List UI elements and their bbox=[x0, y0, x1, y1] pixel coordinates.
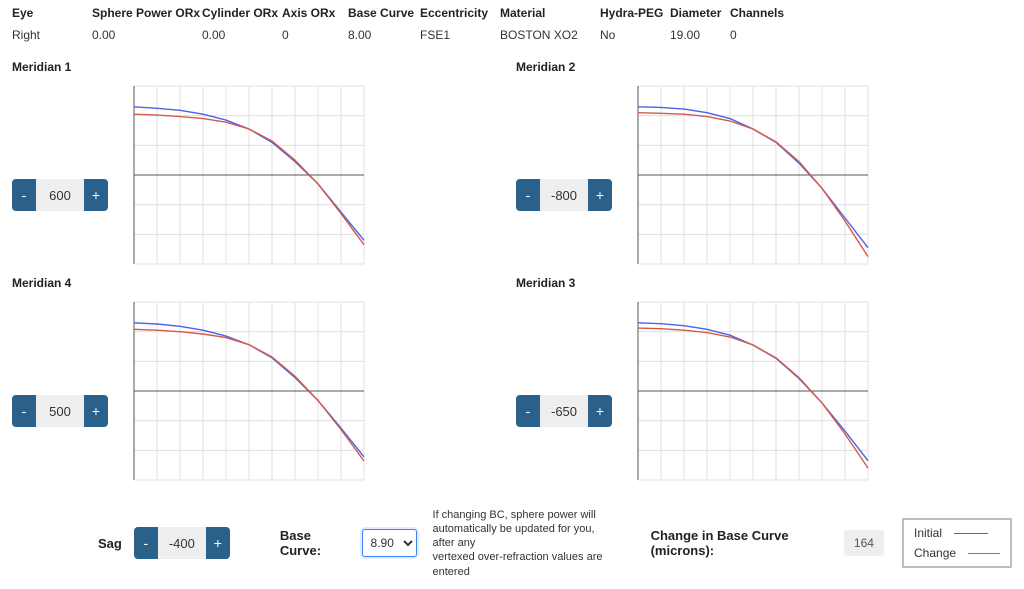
meridian-1-stepper: - 600 + bbox=[12, 179, 108, 211]
base-curve-note: If changing BC, sphere power will automa… bbox=[433, 508, 615, 579]
meridian-1-increment-button[interactable]: + bbox=[84, 179, 108, 211]
hdr-diameter: Diameter bbox=[670, 6, 722, 28]
param-table: Eye Right Sphere Power ORx 0.00 Cylinder… bbox=[12, 6, 1012, 42]
val-material: BOSTON XO2 bbox=[500, 28, 592, 42]
legend-initial-line-icon bbox=[954, 533, 988, 534]
bc-change-label: Change in Base Curve (microns): bbox=[651, 528, 830, 558]
sag-label: Sag bbox=[98, 536, 122, 551]
meridian-4: Meridian 4 - 500 + bbox=[12, 276, 508, 486]
val-sphere: 0.00 bbox=[92, 28, 194, 42]
legend: Initial Change bbox=[902, 518, 1012, 568]
hdr-cylinder: Cylinder ORx bbox=[202, 6, 274, 28]
hdr-eccentricity: Eccentricity bbox=[420, 6, 492, 28]
hdr-basecurve: Base Curve bbox=[348, 6, 412, 28]
meridian-1-chart bbox=[128, 80, 368, 270]
meridian-2-title: Meridian 2 bbox=[516, 60, 1012, 74]
meridian-2-increment-button[interactable]: + bbox=[588, 179, 612, 211]
val-hydra: No bbox=[600, 28, 662, 42]
legend-change-line-icon bbox=[968, 553, 1000, 554]
hdr-sphere: Sphere Power ORx bbox=[92, 6, 194, 28]
val-channels: 0 bbox=[730, 28, 782, 42]
val-eccentricity: FSE1 bbox=[420, 28, 492, 42]
val-cylinder: 0.00 bbox=[202, 28, 274, 42]
sag-value[interactable]: -400 bbox=[158, 527, 206, 559]
meridian-3-decrement-button[interactable]: - bbox=[516, 395, 540, 427]
val-basecurve: 8.00 bbox=[348, 28, 412, 42]
hdr-hydra: Hydra-PEG bbox=[600, 6, 662, 28]
meridian-4-chart bbox=[128, 296, 368, 486]
meridian-3-increment-button[interactable]: + bbox=[588, 395, 612, 427]
meridian-2: Meridian 2 - -800 + bbox=[516, 60, 1012, 270]
legend-change-label: Change bbox=[914, 546, 956, 560]
meridian-4-title: Meridian 4 bbox=[12, 276, 508, 290]
meridian-3-chart bbox=[632, 296, 872, 486]
val-eye: Right bbox=[12, 28, 84, 42]
meridian-1-value[interactable]: 600 bbox=[36, 179, 84, 211]
meridian-4-increment-button[interactable]: + bbox=[84, 395, 108, 427]
meridian-1: Meridian 1 - 600 + bbox=[12, 60, 508, 270]
meridian-3-stepper: - -650 + bbox=[516, 395, 612, 427]
bc-change-value: 164 bbox=[844, 530, 884, 556]
meridian-3-value[interactable]: -650 bbox=[540, 395, 588, 427]
meridian-4-stepper: - 500 + bbox=[12, 395, 108, 427]
meridian-3-title: Meridian 3 bbox=[516, 276, 1012, 290]
meridian-2-decrement-button[interactable]: - bbox=[516, 179, 540, 211]
meridian-4-value[interactable]: 500 bbox=[36, 395, 84, 427]
hdr-channels: Channels bbox=[730, 6, 782, 28]
val-axis: 0 bbox=[282, 28, 340, 42]
base-curve-label: Base Curve: bbox=[280, 528, 346, 558]
base-curve-select[interactable]: 8.90 bbox=[362, 529, 417, 557]
hdr-material: Material bbox=[500, 6, 592, 28]
meridian-1-title: Meridian 1 bbox=[12, 60, 508, 74]
bottom-bar: Sag - -400 + Base Curve: 8.90 If changin… bbox=[0, 508, 1024, 579]
meridian-1-decrement-button[interactable]: - bbox=[12, 179, 36, 211]
meridian-2-chart bbox=[632, 80, 872, 270]
meridian-3: Meridian 3 - -650 + bbox=[516, 276, 1012, 486]
sag-increment-button[interactable]: + bbox=[206, 527, 230, 559]
meridian-2-value[interactable]: -800 bbox=[540, 179, 588, 211]
meridian-2-stepper: - -800 + bbox=[516, 179, 612, 211]
val-diameter: 19.00 bbox=[670, 28, 722, 42]
hdr-axis: Axis ORx bbox=[282, 6, 340, 28]
hdr-eye: Eye bbox=[12, 6, 84, 28]
legend-initial-label: Initial bbox=[914, 526, 942, 540]
sag-decrement-button[interactable]: - bbox=[134, 527, 158, 559]
sag-stepper: - -400 + bbox=[134, 527, 230, 559]
meridian-4-decrement-button[interactable]: - bbox=[12, 395, 36, 427]
